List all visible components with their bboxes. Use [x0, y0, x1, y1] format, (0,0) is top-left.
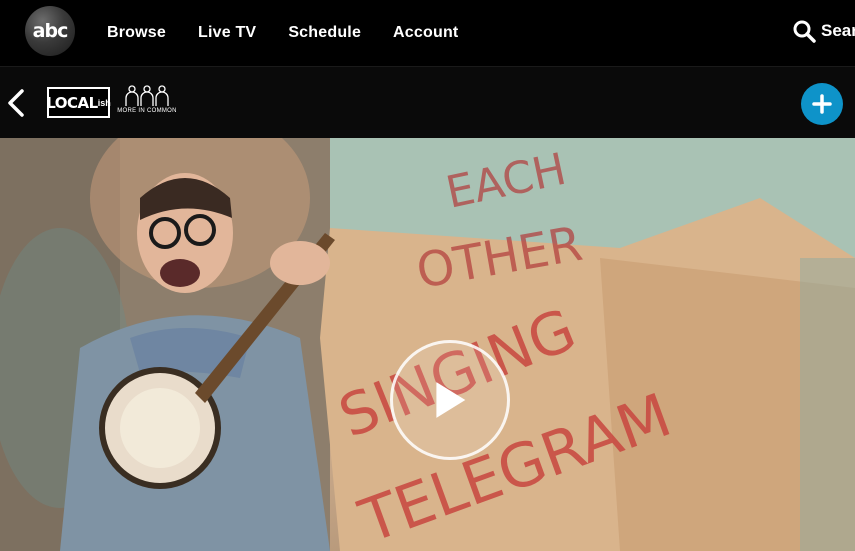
nav-browse[interactable]: Browse [107, 24, 166, 42]
nav-account[interactable]: Account [393, 24, 458, 42]
nav-links: Browse Live TV Schedule Account [107, 0, 490, 66]
nav-live-tv[interactable]: Live TV [198, 24, 256, 42]
more-in-common-logo[interactable]: MORE IN COMMON [117, 85, 177, 119]
search-button[interactable]: Search [792, 16, 855, 46]
plus-icon [812, 94, 832, 114]
abc-logo-icon[interactable]: abc [25, 6, 75, 56]
show-header: LOCAL ish MORE IN COMMON [0, 66, 855, 138]
more-in-common-icon [125, 85, 169, 106]
search-icon [793, 20, 816, 43]
nav-schedule[interactable]: Schedule [288, 24, 361, 42]
localish-logo-text: LOCAL [46, 93, 98, 112]
back-arrow-icon [8, 89, 24, 117]
localish-logo-sup: ish [97, 97, 111, 108]
add-to-list-button[interactable] [801, 83, 843, 125]
more-in-common-text: MORE IN COMMON [117, 108, 177, 114]
play-icon [436, 382, 466, 418]
localish-logo[interactable]: LOCAL ish [46, 87, 111, 118]
logo-text: abc [32, 20, 69, 42]
play-button[interactable] [390, 340, 510, 460]
top-nav: abc Browse Live TV Schedule Account Sear… [0, 0, 855, 66]
back-button[interactable] [4, 85, 32, 121]
video-player[interactable]: EACH OTHER SINGING TELEGRAM [0, 138, 855, 551]
search-label: Search [821, 21, 855, 40]
